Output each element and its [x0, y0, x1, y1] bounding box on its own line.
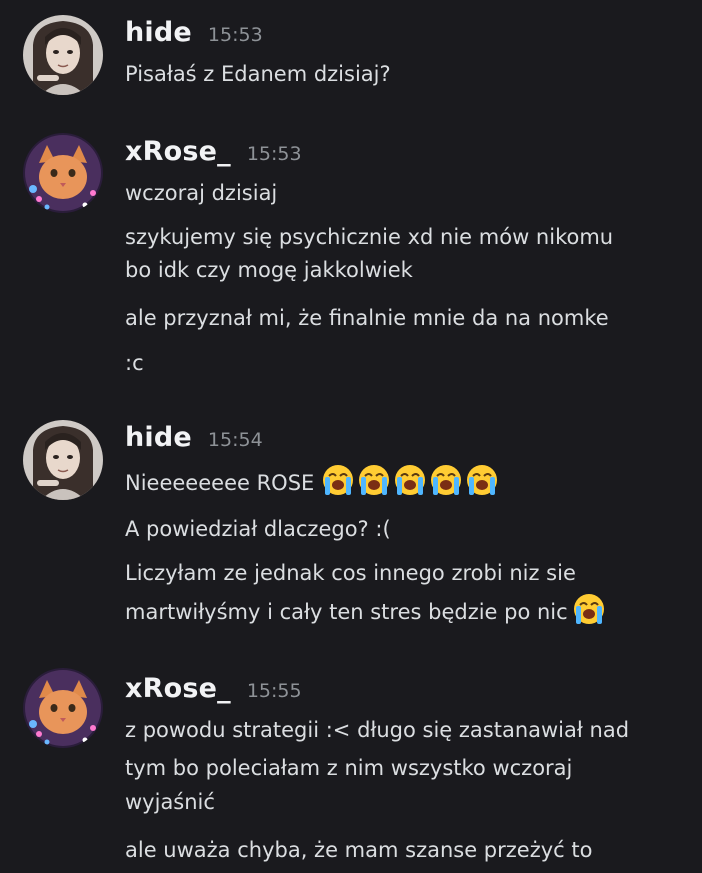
loudly-crying-face-icon — [322, 464, 354, 496]
message-header: xRose_ 15:53 — [125, 136, 302, 176]
loudly-crying-face-icon — [466, 464, 498, 496]
message-text: ale przyznał mi, że finalnie mnie da na … — [125, 306, 609, 330]
message-text: martwiłyśmy i cały ten stres będzie po n… — [125, 600, 568, 624]
message-header: hide 15:53 — [125, 17, 263, 57]
username[interactable]: xRose_ — [125, 673, 231, 704]
chat-message-list: hide 15:53 Pisałaś z Edanem dzisiaj? xRo… — [0, 0, 702, 873]
message-group: hide 15:53 Pisałaś z Edanem dzisiaj? — [0, 15, 702, 115]
timestamp: 15:54 — [207, 429, 263, 451]
avatar[interactable] — [23, 133, 103, 213]
message-text: Liczyłam ze jednak cos innego zrobi niz … — [125, 561, 576, 585]
message-text-with-emojis: martwiłyśmy i cały ten stres będzie po n… — [125, 592, 608, 628]
message-text-with-emojis: Nieeeeeeee ROSE — [125, 463, 501, 499]
avatar[interactable] — [23, 668, 103, 748]
timestamp: 15:53 — [207, 24, 263, 46]
xrose-avatar-image — [23, 133, 103, 213]
hide-avatar-image — [23, 420, 103, 500]
loudly-crying-face-icon — [430, 464, 462, 496]
loudly-crying-face-icon — [572, 593, 605, 625]
message-text: bo idk czy mogę jakkolwiek — [125, 258, 413, 282]
message-text: wyjaśnić — [125, 790, 215, 814]
message-text: wczoraj dzisiaj — [125, 181, 278, 205]
timestamp: 15:55 — [246, 680, 302, 702]
xrose-avatar-image — [23, 668, 103, 748]
message-text: tym bo poleciałam z nim wszystko wczoraj — [125, 756, 573, 780]
message-text: A powiedział dlaczego? :( — [125, 517, 391, 541]
loudly-crying-face-icon — [358, 464, 390, 496]
message-text: szykujemy się psychicznie xd nie mów nik… — [125, 225, 614, 249]
message-header: hide 15:54 — [125, 422, 263, 462]
avatar[interactable] — [23, 420, 103, 500]
message-text: Nieeeeeeee ROSE — [125, 471, 315, 495]
message-group: xRose_ 15:53 wczoraj dzisiaj szykujemy s… — [0, 133, 702, 393]
hide-avatar-image — [23, 15, 103, 95]
message-text: z powodu strategii :< długo się zastanaw… — [125, 718, 630, 742]
message-header: xRose_ 15:55 — [125, 673, 302, 713]
username[interactable]: hide — [125, 17, 192, 48]
message-text: ale uważa chyba, że mam szanse przeżyć t… — [125, 838, 593, 862]
username[interactable]: xRose_ — [125, 136, 231, 167]
username[interactable]: hide — [125, 422, 192, 453]
timestamp: 15:53 — [246, 143, 302, 165]
loudly-crying-face-icon — [394, 464, 426, 496]
message-group: xRose_ 15:55 z powodu strategii :< długo… — [0, 668, 702, 873]
message-group: hide 15:54 Nieeeeeeee ROSE A powiedział … — [0, 420, 702, 640]
message-text: :c — [125, 351, 144, 375]
avatar[interactable] — [23, 15, 103, 95]
message-text: Pisałaś z Edanem dzisiaj? — [125, 62, 391, 86]
